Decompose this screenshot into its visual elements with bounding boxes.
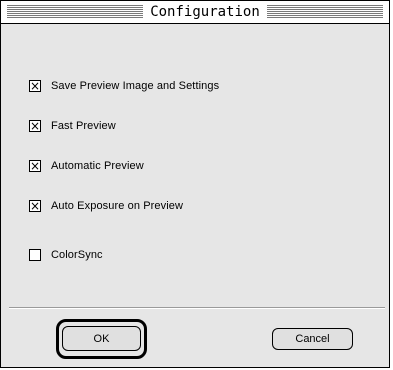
cancel-button[interactable]: Cancel — [272, 328, 353, 350]
divider — [9, 307, 385, 309]
option-auto-exposure[interactable]: × Auto Exposure on Preview — [29, 198, 183, 214]
colorsync-checkbox[interactable] — [29, 249, 41, 261]
option-colorsync[interactable]: ColorSync — [29, 247, 103, 263]
title-bar-stripes-left — [7, 5, 143, 18]
checkmark-icon: × — [29, 199, 41, 213]
ok-button[interactable]: OK — [62, 326, 141, 351]
configuration-dialog: Configuration × Save Preview Image and S… — [0, 0, 390, 368]
option-fast-preview[interactable]: × Fast Preview — [29, 118, 116, 134]
save-preview-label[interactable]: Save Preview Image and Settings — [51, 80, 219, 92]
checkmark-icon: × — [29, 79, 41, 93]
colorsync-label[interactable]: ColorSync — [51, 249, 103, 261]
automatic-preview-label[interactable]: Automatic Preview — [51, 160, 144, 172]
option-save-preview[interactable]: × Save Preview Image and Settings — [29, 78, 219, 94]
dialog-title: Configuration — [147, 3, 263, 21]
auto-exposure-checkbox[interactable]: × — [29, 199, 41, 213]
title-bar-stripes-right — [267, 5, 383, 18]
title-bar[interactable]: Configuration — [1, 1, 389, 24]
fast-preview-label[interactable]: Fast Preview — [51, 120, 116, 132]
automatic-preview-checkbox[interactable]: × — [29, 159, 41, 173]
auto-exposure-label[interactable]: Auto Exposure on Preview — [51, 200, 183, 212]
checkmark-icon: × — [29, 159, 41, 173]
save-preview-checkbox[interactable]: × — [29, 79, 41, 93]
option-automatic-preview[interactable]: × Automatic Preview — [29, 158, 144, 174]
checkmark-icon: × — [29, 119, 41, 133]
fast-preview-checkbox[interactable]: × — [29, 119, 41, 133]
